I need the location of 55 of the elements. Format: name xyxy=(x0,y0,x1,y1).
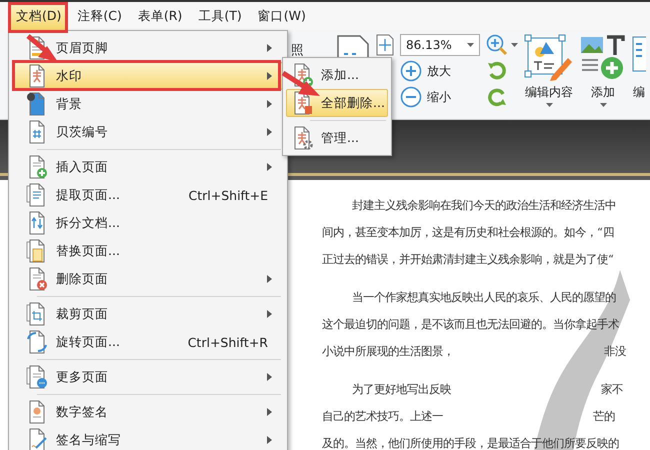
menu-item[interactable]: 添加... xyxy=(286,61,388,89)
menu-item[interactable]: 提取页面... Ctrl+Shift+E xyxy=(13,181,283,209)
menu-item[interactable]: 替换页面... xyxy=(13,237,283,265)
document-text: 封建主义残余影响在我们今天的政治生活和经济生活中 xyxy=(352,198,616,214)
document-text: 家不 xyxy=(601,382,623,398)
menu-item[interactable]: 插入页面 xyxy=(13,153,283,181)
document-text: 非没 xyxy=(604,344,626,360)
rotate-left-icon[interactable] xyxy=(486,60,508,82)
rotate-page-icon xyxy=(26,330,48,354)
annotation-frame xyxy=(8,2,68,33)
rotate-right-icon[interactable] xyxy=(486,86,508,108)
document-text: 为了更好地写出反映 xyxy=(352,382,451,398)
menu-bar-item[interactable]: 窗口(W) xyxy=(252,2,312,30)
document-text: 及的。当然，他们所使用的手段，是最适合于他们所要反映的 xyxy=(322,436,619,450)
menu-item[interactable]: 更多页面 xyxy=(13,363,283,391)
caret-icon xyxy=(600,103,606,107)
menu-bar-item[interactable]: 工具(T) xyxy=(192,2,248,30)
fit-page-icon[interactable] xyxy=(376,34,394,56)
document-text: 间内，甚至变本加厉，这是有历史和社会根源的。如今，“四 xyxy=(322,225,614,241)
zoom-field[interactable]: 86.13% xyxy=(400,34,480,56)
toolbar-label: 照 xyxy=(291,42,304,59)
add-button[interactable]: 添加 xyxy=(580,34,626,107)
menu-item[interactable]: 数字签名 xyxy=(13,398,283,426)
minus-icon xyxy=(400,86,422,108)
more-page-icon xyxy=(26,365,48,389)
menu-item[interactable]: 签名与缩写 xyxy=(13,426,283,450)
menu-bar-item[interactable]: 表单(R) xyxy=(132,2,188,30)
document-text: 自己的艺术技巧。上述一 xyxy=(322,409,443,425)
document-text: 这个最迫切的问题，是不该而且也无法回避的。当你拿起手术 xyxy=(322,317,619,333)
toolbar-button[interactable]: 编 xyxy=(632,34,646,101)
plus-icon xyxy=(400,60,422,82)
menu-bar-item[interactable]: 注释(C) xyxy=(71,2,128,30)
menu-item[interactable]: 管理... xyxy=(286,124,388,152)
caret-icon xyxy=(546,103,552,107)
document-text: 当一个作家想真实地反映出人民的哀乐、人民的愿望的 xyxy=(352,290,616,306)
document-text: 正过去的错误，并开始肃清封建主义残余影响，就是为了使“ xyxy=(322,252,614,268)
menu-item[interactable]: 拆分文档... xyxy=(13,209,283,237)
caret-icon[interactable] xyxy=(511,43,518,47)
zoom-out-button[interactable]: 缩小 xyxy=(400,86,480,108)
menu-item[interactable]: 贝茨编号 xyxy=(13,118,283,146)
document-text: 芒的 xyxy=(593,409,615,425)
edit-content-icon xyxy=(524,34,574,82)
menu-item[interactable]: 旋转页面... Ctrl+Shift+R xyxy=(13,328,283,356)
edit-content-button[interactable]: 编辑内容 xyxy=(524,34,574,107)
pointer-arrow xyxy=(282,70,320,96)
zoom-in-button[interactable]: 放大 xyxy=(400,60,480,82)
zoom-icon[interactable] xyxy=(486,34,508,56)
add-image-text-icon xyxy=(580,34,626,82)
menu-item[interactable]: 全部删除... xyxy=(286,89,388,117)
dropdown-icon xyxy=(467,43,474,47)
menu-item[interactable]: 删除页面 xyxy=(13,265,283,293)
document-text: 小说中所展现的生活图景， xyxy=(322,344,454,360)
menu-item[interactable]: 背景 xyxy=(13,90,283,118)
menu-item[interactable]: 裁剪页面 xyxy=(13,300,283,328)
pointer-arrow xyxy=(26,34,58,62)
